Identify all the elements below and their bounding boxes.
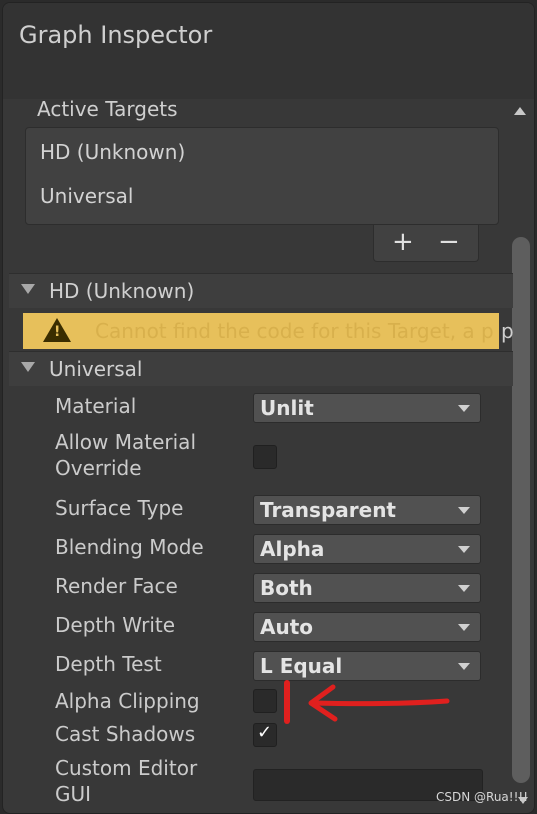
dropdown-arrow-icon <box>458 663 470 670</box>
window-title: Graph Inspector <box>19 21 213 49</box>
foldout-hd[interactable]: HD (Unknown) <box>9 273 513 308</box>
custom-editor-gui-label: Custom Editor GUI <box>55 756 198 806</box>
alpha-clipping-label: Alpha Clipping <box>55 689 200 713</box>
scrollbar-thumb[interactable] <box>512 237 530 783</box>
alpha-clipping-checkbox[interactable] <box>253 689 277 713</box>
cast-shadows-checkbox[interactable]: ✓ <box>253 722 277 747</box>
target-item-universal[interactable]: Universal <box>40 184 133 208</box>
depth-write-dropdown[interactable]: Auto <box>253 612 481 642</box>
material-dropdown[interactable]: Unlit <box>253 393 481 423</box>
target-item-hd[interactable]: HD (Unknown) <box>40 140 185 164</box>
foldout-hd-label: HD (Unknown) <box>49 279 195 303</box>
render-face-dropdown[interactable]: Both <box>253 573 481 603</box>
annotation-arrow-shaft <box>310 698 450 707</box>
watermark: CSDN @Rua!!!! <box>436 790 529 804</box>
allow-material-override-label: Allow Material Override <box>55 430 196 480</box>
dropdown-arrow-icon <box>458 546 470 553</box>
foldout-arrow-icon <box>21 284 35 294</box>
cast-shadows-label: Cast Shadows <box>55 722 196 746</box>
warning-banner: ! Cannot find the code for this Target, … <box>23 313 499 349</box>
add-target-button[interactable]: + <box>392 227 414 257</box>
depth-test-value: L Equal <box>260 654 343 678</box>
foldout-arrow-icon <box>21 362 35 372</box>
dropdown-arrow-icon <box>458 507 470 514</box>
render-face-label: Render Face <box>55 574 178 598</box>
title-bar <box>3 3 534 99</box>
remove-target-button[interactable]: − <box>438 227 460 257</box>
surface-type-value: Transparent <box>260 498 396 522</box>
active-targets-list: HD (Unknown) Universal <box>25 127 499 225</box>
depth-test-label: Depth Test <box>55 652 162 676</box>
dropdown-arrow-icon <box>458 585 470 592</box>
dropdown-arrow-icon <box>458 405 470 412</box>
allow-material-override-checkbox[interactable] <box>253 445 277 469</box>
depth-test-dropdown[interactable]: L Equal <box>253 651 481 681</box>
blending-mode-dropdown[interactable]: Alpha <box>253 534 481 564</box>
blending-mode-value: Alpha <box>260 537 325 561</box>
target-list-footer: + − <box>373 225 479 262</box>
depth-write-value: Auto <box>260 615 314 639</box>
depth-write-label: Depth Write <box>55 613 176 637</box>
graph-inspector-window: Graph Inspector Active Targets HD (Unkno… <box>2 2 535 814</box>
active-targets-label: Active Targets <box>37 97 178 121</box>
red-arrow-annotation <box>284 680 450 724</box>
material-value: Unlit <box>260 396 314 420</box>
foldout-universal-label: Universal <box>49 357 143 381</box>
warning-exclamation: ! <box>54 324 61 340</box>
render-face-value: Both <box>260 576 313 600</box>
blending-mode-label: Blending Mode <box>55 535 204 559</box>
warning-text: Cannot find the code for this Target, a … <box>95 319 494 343</box>
checkmark-icon: ✓ <box>257 722 273 743</box>
foldout-universal[interactable]: Universal <box>9 351 513 386</box>
surface-type-dropdown[interactable]: Transparent <box>253 495 481 525</box>
warning-overflow-text: p <box>501 319 514 343</box>
material-label: Material <box>55 394 137 418</box>
scroll-up-arrow-icon[interactable] <box>514 107 526 115</box>
surface-type-label: Surface Type <box>55 496 184 520</box>
dropdown-arrow-icon <box>458 624 470 631</box>
